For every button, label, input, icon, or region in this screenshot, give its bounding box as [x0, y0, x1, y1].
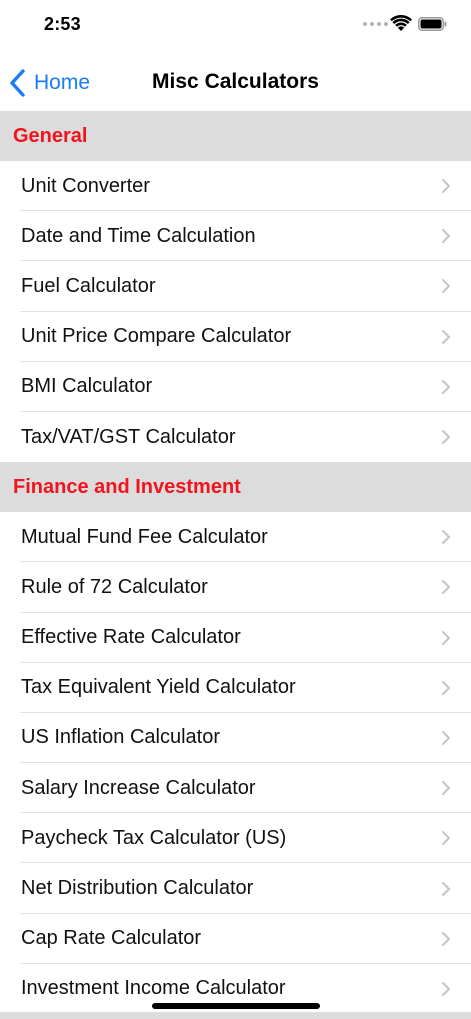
chevron-right-icon — [442, 981, 450, 996]
list-item-label: Unit Price Compare Calculator — [21, 325, 292, 348]
section-title: Finance and Investment — [13, 475, 241, 498]
list-item-label: Paycheck Tax Calculator (US) — [21, 826, 287, 849]
list-item[interactable]: Paycheck Tax Calculator (US) — [0, 813, 471, 864]
list-item[interactable]: Mutual Fund Fee Calculator — [0, 512, 471, 563]
list-item-label: Salary Increase Calculator — [21, 776, 256, 799]
list-item[interactable]: US Inflation Calculator — [0, 712, 471, 764]
calculator-list: General Unit Converter Date and Time Cal… — [0, 111, 471, 1014]
chevron-right-icon — [442, 329, 450, 344]
chevron-right-icon — [442, 931, 450, 946]
list-item[interactable]: Unit Price Compare Calculator — [0, 311, 471, 362]
chevron-right-icon — [442, 279, 450, 294]
next-section-header — [0, 1012, 471, 1019]
battery-icon — [418, 17, 447, 31]
chevron-right-icon — [442, 430, 450, 445]
chevron-right-icon — [442, 179, 450, 194]
cellular-signal-icon — [363, 22, 388, 26]
section-header-general: General — [0, 111, 471, 161]
section-header-finance: Finance and Investment — [0, 462, 471, 513]
chevron-right-icon — [442, 580, 450, 595]
chevron-right-icon — [442, 680, 450, 695]
list-item[interactable]: Tax Equivalent Yield Calculator — [0, 662, 471, 714]
list-item-label: Unit Converter — [21, 174, 150, 197]
list-item-label: Fuel Calculator — [21, 274, 156, 297]
list-item[interactable]: Tax/VAT/GST Calculator — [0, 411, 471, 463]
list-item-label: Tax/VAT/GST Calculator — [21, 425, 236, 448]
list-item-label: Mutual Fund Fee Calculator — [21, 525, 268, 548]
list-item[interactable]: BMI Calculator — [0, 361, 471, 413]
chevron-right-icon — [442, 379, 450, 394]
list-item[interactable]: Fuel Calculator — [0, 261, 471, 312]
list-item-label: BMI Calculator — [21, 375, 153, 398]
section-title: General — [13, 124, 88, 147]
list-item[interactable]: Cap Rate Calculator — [0, 913, 471, 965]
chevron-right-icon — [442, 781, 450, 796]
list-item-label: Cap Rate Calculator — [21, 927, 202, 950]
navigation-bar: Home Misc Calculators — [0, 50, 471, 112]
chevron-right-icon — [442, 630, 450, 645]
status-bar: 2:53 — [0, 0, 471, 50]
list-item[interactable]: Salary Increase Calculator — [0, 763, 471, 814]
list-item-label: US Inflation Calculator — [21, 726, 220, 749]
status-time: 2:53 — [44, 14, 81, 34]
chevron-right-icon — [442, 530, 450, 545]
list-item-label: Effective Rate Calculator — [21, 626, 241, 649]
list-item-label: Tax Equivalent Yield Calculator — [21, 676, 296, 699]
list-item[interactable]: Effective Rate Calculator — [0, 612, 471, 663]
wifi-icon — [390, 15, 412, 31]
list-item-label: Net Distribution Calculator — [21, 877, 254, 900]
screen: 2:53 Home Misc Calculators General Unit … — [0, 0, 471, 1019]
list-item[interactable]: Net Distribution Calculator — [0, 863, 471, 914]
list-item[interactable]: Unit Converter — [0, 161, 471, 212]
list-item-label: Date and Time Calculation — [21, 224, 256, 247]
chevron-right-icon — [442, 831, 450, 846]
list-item[interactable]: Rule of 72 Calculator — [0, 562, 471, 613]
list-item-label: Rule of 72 Calculator — [21, 575, 208, 598]
list-item-label: Investment Income Calculator — [21, 977, 286, 1000]
list-item[interactable]: Date and Time Calculation — [0, 211, 471, 262]
page-title: Misc Calculators — [152, 70, 319, 93]
chevron-right-icon — [442, 881, 450, 896]
home-indicator[interactable] — [152, 1003, 320, 1009]
chevron-right-icon — [442, 229, 450, 244]
chevron-right-icon — [442, 730, 450, 745]
